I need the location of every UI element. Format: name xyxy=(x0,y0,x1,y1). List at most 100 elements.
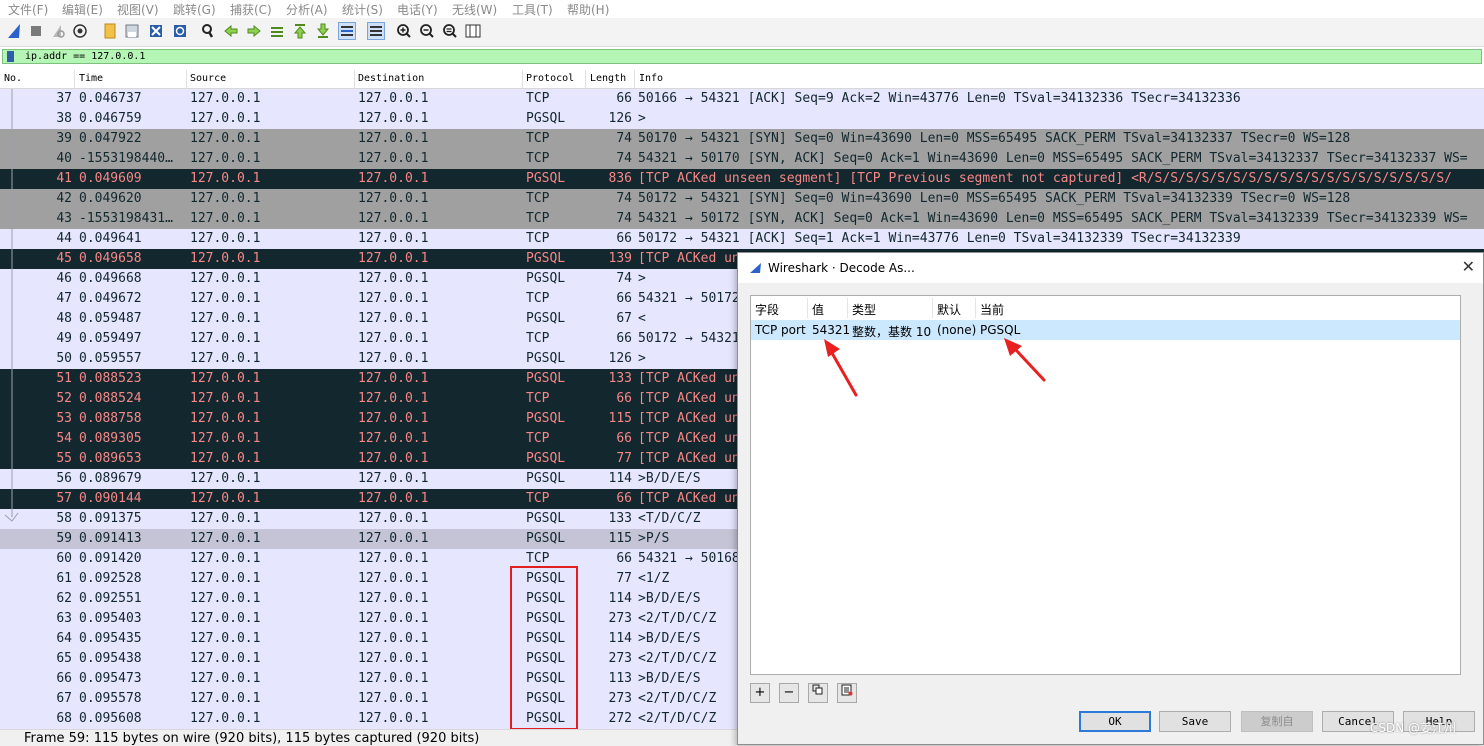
packet-no: 52 xyxy=(56,391,72,406)
packet-length: 113 xyxy=(608,671,632,686)
open-file-icon[interactable] xyxy=(102,23,118,39)
menu-edit[interactable]: 编辑(E) xyxy=(62,1,103,18)
packet-no: 53 xyxy=(56,411,72,426)
watermark: CSDN @姜江州 xyxy=(1370,721,1457,735)
first-packet-icon[interactable] xyxy=(292,23,308,39)
packet-info: [TCP ACKed un xyxy=(638,371,740,386)
go-to-packet-icon[interactable] xyxy=(269,23,285,39)
colorize-icon[interactable] xyxy=(367,22,385,40)
column-field[interactable]: 字段 xyxy=(755,301,779,318)
packet-info: 50166 → 54321 [ACK] Seq=9 Ack=2 Win=4377… xyxy=(638,91,1241,106)
packet-time: 0.095473 xyxy=(79,671,142,686)
packet-time: 0.092528 xyxy=(79,571,142,586)
packet-row[interactable]: 41 0.049609 127.0.0.1 127.0.0.1 PGSQL 836 [TCP… xyxy=(0,169,1484,189)
packet-row[interactable]: 44 0.049641 127.0.0.1 127.0.0.1 TCP 66 50172 →… xyxy=(0,229,1484,249)
annotation-arrow-value xyxy=(824,339,858,397)
decode-field[interactable]: TCP port xyxy=(755,323,806,337)
decode-as-dialog: Wireshark · Decode As... ✕ 字段 值 类型 默认 当前… xyxy=(737,252,1484,745)
column-info[interactable]: Info xyxy=(639,73,663,84)
zoom-in-icon[interactable] xyxy=(396,23,412,39)
status-text: Frame 59: 115 bytes on wire (920 bits), … xyxy=(24,731,480,746)
menu-wireless[interactable]: 无线(W) xyxy=(452,1,497,18)
column-destination[interactable]: Destination xyxy=(358,73,424,84)
menu-view[interactable]: 视图(V) xyxy=(117,1,159,18)
packet-destination: 127.0.0.1 xyxy=(358,351,429,366)
menu-capture[interactable]: 捕获(C) xyxy=(230,1,272,18)
ok-button[interactable]: OK xyxy=(1079,711,1151,732)
packet-destination: 127.0.0.1 xyxy=(358,311,429,326)
packet-row[interactable]: 42 0.049620 127.0.0.1 127.0.0.1 TCP 74 50172 →… xyxy=(0,189,1484,209)
column-separator xyxy=(975,298,976,318)
packet-row[interactable]: 37 0.046737 127.0.0.1 127.0.0.1 TCP 66 50166 →… xyxy=(0,89,1484,109)
dialog-titlebar[interactable]: Wireshark · Decode As... ✕ xyxy=(738,253,1483,283)
bookmark-icon[interactable] xyxy=(7,51,14,62)
packet-source: 127.0.0.1 xyxy=(190,611,261,626)
zoom-out-icon[interactable] xyxy=(419,23,435,39)
packet-row[interactable]: 38 0.046759 127.0.0.1 127.0.0.1 PGSQL 126 > xyxy=(0,109,1484,129)
capture-options-icon[interactable] xyxy=(72,23,88,39)
close-file-icon[interactable] xyxy=(148,23,164,39)
column-value[interactable]: 值 xyxy=(812,301,824,318)
copy-entry-icon[interactable] xyxy=(808,683,828,703)
packet-source: 127.0.0.1 xyxy=(190,311,261,326)
packet-row[interactable]: 39 0.047922 127.0.0.1 127.0.0.1 TCP 74 50170 →… xyxy=(0,129,1484,149)
menu-statistics[interactable]: 统计(S) xyxy=(342,1,383,18)
decode-default: (none) xyxy=(937,323,977,337)
packet-destination: 127.0.0.1 xyxy=(358,611,429,626)
go-back-icon[interactable] xyxy=(223,23,239,39)
packet-no: 46 xyxy=(56,271,72,286)
copy-from-button[interactable]: 复制自 xyxy=(1241,711,1313,732)
menu-telephony[interactable]: 电话(Y) xyxy=(397,1,438,18)
packet-time: 0.089305 xyxy=(79,431,142,446)
last-packet-icon[interactable] xyxy=(315,23,331,39)
wireshark-fin-icon xyxy=(750,263,761,273)
clear-entries-icon[interactable] xyxy=(837,683,857,703)
packet-protocol: PGSQL xyxy=(526,511,566,526)
menu-tools[interactable]: 工具(T) xyxy=(512,1,553,18)
packet-no: 62 xyxy=(56,591,72,606)
find-packet-icon[interactable] xyxy=(200,23,216,39)
restart-capture-icon[interactable] xyxy=(50,23,66,39)
remove-entry-button[interactable]: − xyxy=(779,683,799,703)
packet-source: 127.0.0.1 xyxy=(190,391,261,406)
packet-protocol: PGSQL xyxy=(526,531,566,546)
packet-length: 126 xyxy=(608,111,632,126)
packet-info: [TCP ACKed unseen segment] [TCP Previous… xyxy=(638,171,1452,186)
column-default[interactable]: 默认 xyxy=(937,301,961,318)
packet-no: 42 xyxy=(56,191,72,206)
stop-capture-icon[interactable] xyxy=(28,23,44,39)
column-source[interactable]: Source xyxy=(190,73,226,84)
column-type[interactable]: 类型 xyxy=(852,301,876,318)
menu-help[interactable]: 帮助(H) xyxy=(567,1,609,18)
save-file-icon[interactable] xyxy=(124,23,140,39)
column-length[interactable]: Length xyxy=(590,73,626,84)
packet-info: [TCP ACKed un xyxy=(638,411,740,426)
packet-info: > xyxy=(638,111,646,126)
packet-info: < xyxy=(638,311,646,326)
column-time[interactable]: Time xyxy=(79,73,103,84)
dialog-close-icon[interactable]: ✕ xyxy=(1462,257,1475,276)
menu-analyze[interactable]: 分析(A) xyxy=(286,1,328,18)
decode-current[interactable]: PGSQL xyxy=(980,323,1020,337)
resize-columns-icon[interactable] xyxy=(465,23,481,39)
packet-info: 54321 → 50168 xyxy=(638,551,740,566)
packet-time: 0.088758 xyxy=(79,411,142,426)
packet-source: 127.0.0.1 xyxy=(190,451,261,466)
packet-source: 127.0.0.1 xyxy=(190,591,261,606)
packet-row[interactable]: 40 -1553198440… 127.0.0.1 127.0.0.1 TCP 74 543… xyxy=(0,149,1484,169)
add-entry-button[interactable]: + xyxy=(750,683,770,703)
packet-length: 114 xyxy=(608,591,632,606)
column-current[interactable]: 当前 xyxy=(980,301,1004,318)
menu-go[interactable]: 跳转(G) xyxy=(173,1,216,18)
go-forward-icon[interactable] xyxy=(246,23,262,39)
column-no[interactable]: No. xyxy=(4,73,22,84)
save-button[interactable]: Save xyxy=(1159,711,1231,732)
packet-row[interactable]: 43 -1553198431… 127.0.0.1 127.0.0.1 TCP 74 543… xyxy=(0,209,1484,229)
display-filter-input[interactable]: ip.addr == 127.0.0.1 xyxy=(2,49,1482,64)
column-protocol[interactable]: Protocol xyxy=(526,73,574,84)
reload-file-icon[interactable] xyxy=(172,23,188,39)
start-capture-icon[interactable] xyxy=(6,23,22,39)
auto-scroll-icon[interactable] xyxy=(338,22,356,40)
zoom-normal-icon[interactable] xyxy=(442,23,458,39)
menu-file[interactable]: 文件(F) xyxy=(8,1,48,18)
